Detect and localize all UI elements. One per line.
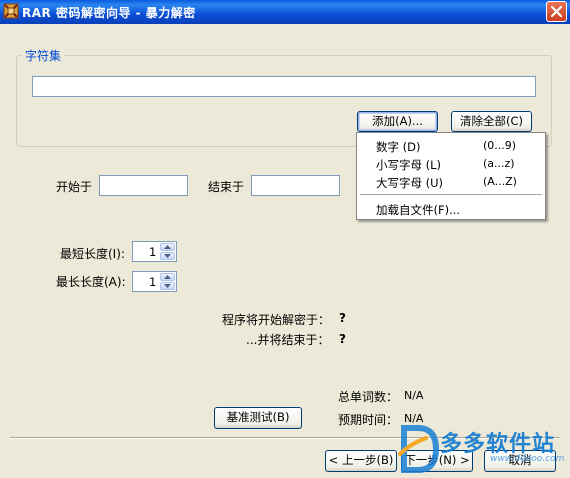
benchmark-button[interactable]: 基准测试(B)	[214, 407, 302, 429]
start-decrypt-label: 程序将开始解密于：	[222, 313, 331, 327]
menu-item-digits-label: 数字 (D)	[376, 140, 421, 154]
arrow-up-icon	[164, 245, 171, 249]
charset-group-legend: 字符集	[22, 47, 65, 64]
add-button[interactable]: 添加(A)...	[357, 111, 438, 132]
menu-item-load-from-file-label: 加载自文件(F)...	[376, 203, 461, 217]
watermark-url: www.ddooo.com	[490, 454, 565, 464]
charset-input[interactable]	[32, 76, 536, 97]
max-length-increment[interactable]	[160, 273, 175, 281]
close-icon	[550, 5, 563, 18]
max-length-decrement[interactable]	[160, 282, 175, 290]
add-dropdown-menu: 数字 (D) (0...9) 小写字母 (L) (a...z) 大写字母 (U)…	[356, 132, 546, 220]
arrow-down-icon	[164, 284, 171, 288]
window-title: RAR 密码解密向导 - 暴力解密	[22, 6, 196, 20]
total-words-value: N/A	[404, 389, 424, 402]
max-length-value: 1	[149, 275, 157, 289]
max-length-label: 最长长度(A):	[56, 275, 126, 289]
menu-item-lowercase[interactable]: 小写字母 (L) (a...z)	[357, 155, 545, 173]
min-length-value: 1	[149, 245, 157, 259]
menu-item-uppercase-label: 大写字母 (U)	[376, 176, 444, 190]
end-at-label: 结束于	[208, 180, 245, 194]
menu-separator	[360, 194, 542, 195]
watermark-logo-icon	[398, 425, 440, 473]
start-decrypt-value: ?	[339, 311, 346, 325]
menu-item-lowercase-range: (a...z)	[483, 157, 515, 170]
start-at-label: 开始于	[56, 180, 93, 194]
menu-item-digits[interactable]: 数字 (D) (0...9)	[357, 137, 545, 155]
menu-item-load-from-file[interactable]: 加载自文件(F)...	[357, 200, 545, 218]
arrow-down-icon	[164, 254, 171, 258]
min-length-spinner[interactable]: 1	[132, 241, 177, 262]
start-at-field[interactable]	[99, 175, 188, 196]
estimated-time-label: 预期时间：	[338, 413, 399, 427]
menu-item-digits-range: (0...9)	[483, 139, 517, 152]
back-button[interactable]: < 上一步(B)	[325, 450, 397, 472]
arrow-up-icon	[164, 275, 171, 279]
winrar-app-icon	[3, 3, 19, 19]
total-words-label: 总单词数：	[338, 390, 399, 404]
close-button[interactable]	[546, 1, 567, 22]
title-bar[interactable]: RAR 密码解密向导 - 暴力解密	[0, 0, 570, 24]
menu-item-lowercase-label: 小写字母 (L)	[376, 158, 442, 172]
min-length-decrement[interactable]	[160, 252, 175, 260]
clear-all-button[interactable]: 清除全部(C)	[451, 111, 532, 132]
menu-item-uppercase[interactable]: 大写字母 (U) (A...Z)	[357, 173, 545, 191]
end-decrypt-label: ...并将结束于：	[246, 333, 330, 347]
min-length-increment[interactable]	[160, 243, 175, 251]
max-length-spinner[interactable]: 1	[132, 271, 177, 292]
end-decrypt-value: ?	[339, 332, 346, 346]
min-length-label: 最短长度(I):	[60, 247, 125, 261]
watermark: 多多软件站 www.ddooo.com	[394, 420, 570, 478]
menu-item-uppercase-range: (A...Z)	[483, 175, 517, 188]
end-at-field[interactable]	[251, 175, 340, 196]
